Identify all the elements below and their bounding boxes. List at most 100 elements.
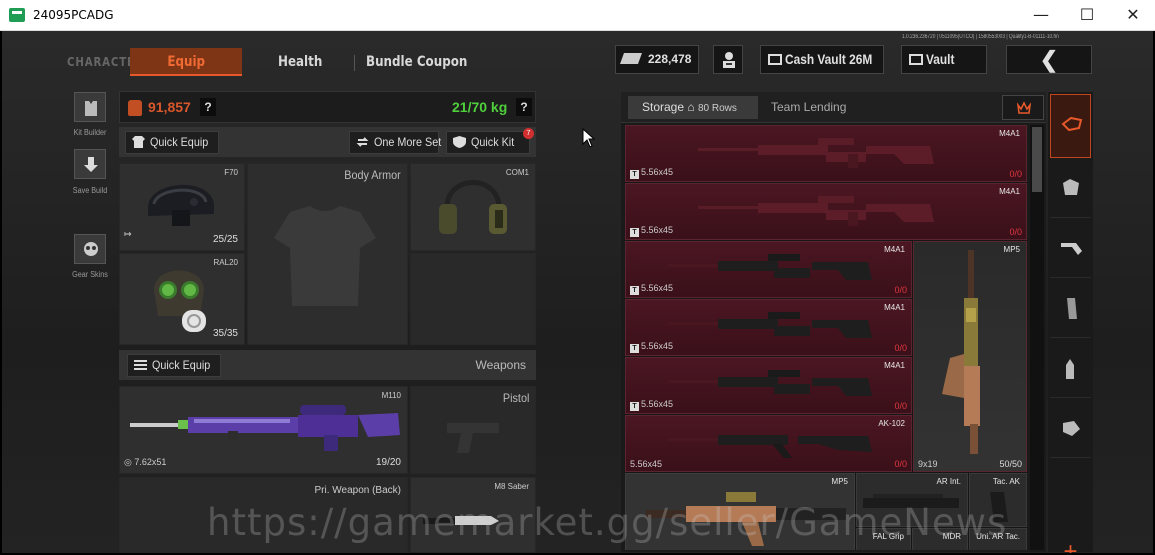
sort-button[interactable] xyxy=(1002,95,1044,120)
storage-item[interactable]: M4A1 T 5.56x45 0/0 xyxy=(625,125,1027,182)
category-rail: + xyxy=(1048,92,1093,553)
storage-tab[interactable]: Storage ⌂ 80 Rows xyxy=(628,96,758,119)
magazine-icon xyxy=(1067,298,1077,319)
category-all[interactable] xyxy=(1050,94,1091,158)
kit-builder-button[interactable] xyxy=(74,92,106,122)
melee-name: M8 Saber xyxy=(494,482,529,491)
gear-empty-slot[interactable] xyxy=(410,253,536,345)
category-magazines[interactable] xyxy=(1050,280,1091,338)
minimize-button[interactable]: — xyxy=(1018,0,1064,31)
currency-value: 228,478 xyxy=(648,52,692,66)
headset-slot[interactable]: COM1 xyxy=(410,163,536,251)
image-icon xyxy=(768,54,782,65)
m4a1-rifle-icon xyxy=(668,312,872,338)
armor-help-button[interactable]: ? xyxy=(200,98,216,116)
m4a1-rifle-icon xyxy=(698,138,934,168)
gear-header: Quick Equip One More Set Quick Kit 7 xyxy=(119,127,536,157)
armor-value: 91,857 xyxy=(148,99,191,115)
gear-skins-label: Gear Skins xyxy=(72,270,108,279)
storage-item[interactable]: MP5 9x19 50/50 xyxy=(913,241,1027,472)
tier-badge: T xyxy=(630,228,639,237)
category-ammo[interactable] xyxy=(1050,340,1091,398)
helmet-icon xyxy=(148,184,214,226)
quick-equip-weapons-label: Quick Equip xyxy=(152,358,211,372)
secondary-weapon-slot[interactable]: Pri. Weapon (Back) xyxy=(119,477,408,553)
storage-item[interactable]: AR Int. xyxy=(856,473,968,527)
scrollbar-thumb[interactable] xyxy=(1032,127,1042,192)
item-ammo-label: 5.56x45 xyxy=(630,459,663,469)
pistol-title: Pistol xyxy=(502,391,529,405)
storage-scrollbar[interactable] xyxy=(1030,125,1044,550)
unequip-icon[interactable]: ↦ xyxy=(124,229,132,240)
item-name: MDR xyxy=(942,532,961,541)
home-icon: ⌂ xyxy=(687,100,695,114)
one-more-set-button[interactable]: One More Set xyxy=(349,131,442,154)
version-text: 1.0.236.236720 | 0511095(UTCO) | 1580553… xyxy=(902,34,1059,40)
storage-item[interactable]: Tac. AK xyxy=(969,473,1027,527)
save-build-button[interactable] xyxy=(74,149,106,179)
quick-equip-weapons-button[interactable]: Quick Equip xyxy=(127,354,221,377)
add-category-button[interactable]: + xyxy=(1050,532,1091,553)
weight-help-button[interactable]: ? xyxy=(516,98,532,116)
storage-item[interactable]: AK-102 5.56x45 0/0 xyxy=(625,415,912,472)
storage-item[interactable]: M4A1 T 5.56x45 0/0 xyxy=(625,357,912,414)
item-name: M4A1 xyxy=(884,245,905,254)
storage-header: Storage ⌂ 80 Rows Team Lending xyxy=(621,92,1046,123)
item-ammo-label: 5.56x45 xyxy=(641,399,674,409)
quick-kit-button[interactable]: Quick Kit xyxy=(446,131,530,154)
category-gear[interactable] xyxy=(1050,160,1091,218)
crown-icon xyxy=(1017,101,1031,114)
mask-durability: 35/35 xyxy=(212,328,238,339)
cash-vault-button[interactable]: Cash Vault 26M xyxy=(760,45,884,74)
window-titlebar: 24095PCADG — ☐ ✕ xyxy=(0,0,1155,31)
rail-attachment-icon xyxy=(863,494,959,508)
helmet-slot[interactable]: F70 ↦ 25/25 xyxy=(119,163,245,251)
ak102-rifle-icon xyxy=(668,435,872,458)
storage-item[interactable]: M4A1 T 5.56x45 0/0 xyxy=(625,241,912,298)
tab-health[interactable]: Health xyxy=(278,48,322,76)
storage-item[interactable]: MP5 xyxy=(625,473,855,550)
quick-kit-label: Quick Kit xyxy=(471,135,515,149)
tab-bundle-coupon[interactable]: Bundle Coupon xyxy=(366,48,467,76)
tier-badge: T xyxy=(630,170,639,179)
melee-slot[interactable]: M8 Saber xyxy=(410,477,536,553)
window-title: 24095PCADG xyxy=(33,8,114,22)
helmet-durability: 25/25 xyxy=(212,234,238,245)
one-more-set-label: One More Set xyxy=(374,135,442,149)
storage-item[interactable]: M4A1 T 5.56x45 0/0 xyxy=(625,299,912,356)
storage-item[interactable]: M4A1 T 5.56x45 0/0 xyxy=(625,183,1027,240)
profile-button[interactable] xyxy=(713,45,743,74)
vault-button[interactable]: Vault xyxy=(901,45,987,74)
tab-equip[interactable]: Equip xyxy=(130,48,242,76)
category-attachments[interactable] xyxy=(1050,400,1091,458)
primary-back-label: Pri. Weapon (Back) xyxy=(314,485,401,496)
mask-name: RAL20 xyxy=(213,258,238,267)
item-durability: 0/0 xyxy=(894,285,907,295)
gear-skins-button[interactable] xyxy=(74,234,106,264)
ammo-icon xyxy=(1066,359,1074,379)
quick-equip-gear-button[interactable]: Quick Equip xyxy=(125,131,219,154)
back-button[interactable]: ❮ xyxy=(1006,45,1092,74)
pistol-slot[interactable]: Pistol xyxy=(410,386,536,474)
item-ammo-label: 5.56x45 xyxy=(641,167,674,177)
vest-icon xyxy=(85,101,97,116)
maximize-button[interactable]: ☐ xyxy=(1064,0,1110,31)
mask-slot[interactable]: RAL20 35/35 xyxy=(119,253,245,345)
storage-item[interactable]: MDR xyxy=(912,528,968,550)
scope-icon xyxy=(1063,421,1080,436)
armor-icon xyxy=(128,100,142,116)
gear-category-icon xyxy=(1063,179,1079,195)
storage-item[interactable]: FAL Grip xyxy=(856,528,911,550)
item-name: M4A1 xyxy=(999,187,1020,196)
save-build-label: Save Build xyxy=(72,186,108,195)
quick-kit-badge: 7 xyxy=(523,128,534,139)
item-name: MP5 xyxy=(831,477,848,486)
body-armor-slot[interactable]: Body Armor xyxy=(247,163,408,345)
item-ammo: 5.56x45 xyxy=(630,459,662,469)
primary-weapon-slot[interactable]: M110 ◎ 7.62x51 19/20 xyxy=(119,386,408,474)
team-lending-tab[interactable]: Team Lending xyxy=(771,96,846,119)
close-button[interactable]: ✕ xyxy=(1110,0,1155,31)
category-weapons[interactable] xyxy=(1050,220,1091,278)
storage-item[interactable]: Uni. AR Tac. xyxy=(969,528,1027,550)
item-durability: 0/0 xyxy=(1009,169,1022,179)
